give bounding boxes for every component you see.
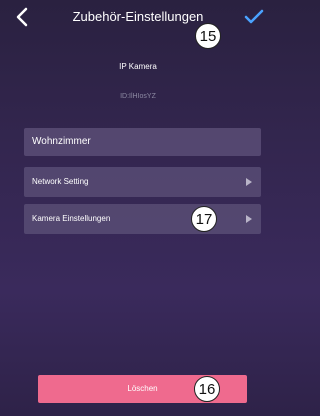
chevron-right-icon bbox=[246, 178, 252, 186]
callout-marker-delete: 16 bbox=[194, 376, 220, 402]
device-id: ID:IlHIosYZ bbox=[120, 93, 156, 100]
room-name-field[interactable]: Wohnzimmer bbox=[24, 128, 261, 156]
page-title: Zubehör-Einstellungen bbox=[72, 9, 204, 24]
device-name: IP Kamera bbox=[119, 62, 157, 71]
menu-item-label: Network Setting bbox=[32, 177, 89, 186]
callout-marker-title: 15 bbox=[195, 23, 221, 49]
back-arrow-icon[interactable] bbox=[14, 6, 32, 28]
checkmark-icon[interactable] bbox=[244, 8, 264, 26]
menu-item-network-setting[interactable]: Network Setting bbox=[24, 167, 261, 197]
menu-item-camera-settings[interactable]: Kamera Einstellungen bbox=[24, 204, 261, 234]
header-bar: Zubehör-Einstellungen bbox=[0, 0, 276, 36]
menu-item-label: Kamera Einstellungen bbox=[32, 214, 111, 223]
room-name-value: Wohnzimmer bbox=[32, 136, 91, 147]
chevron-right-icon bbox=[246, 215, 252, 223]
callout-marker-camera-settings: 17 bbox=[191, 206, 217, 232]
